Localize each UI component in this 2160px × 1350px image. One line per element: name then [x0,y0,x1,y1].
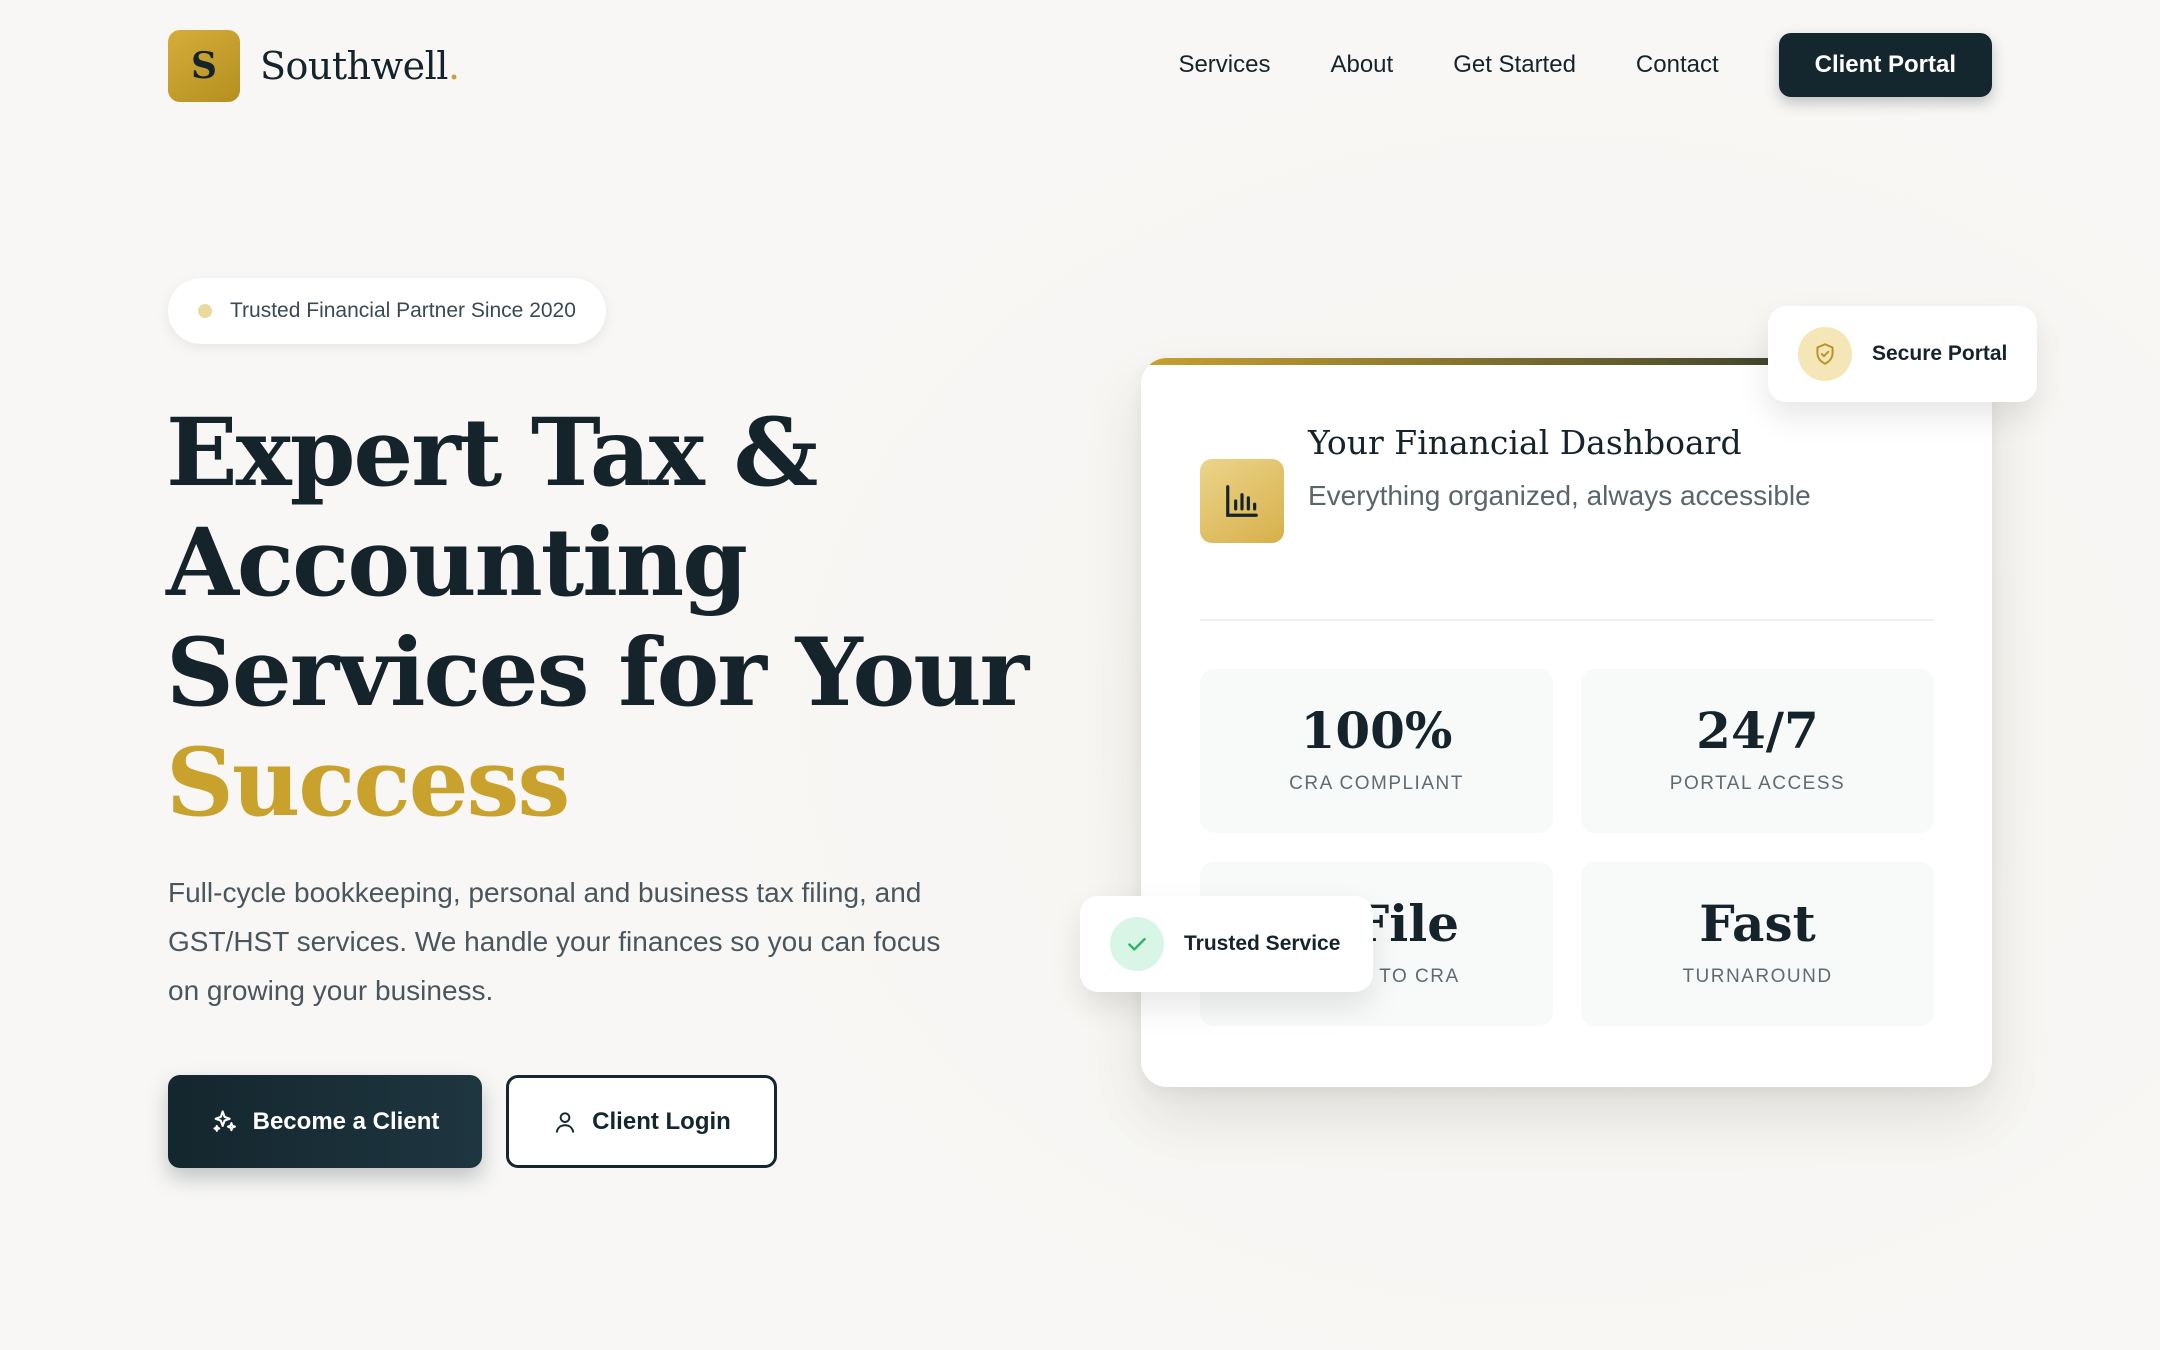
stat-label: TURNAROUND [1682,966,1833,987]
headline-highlight: Success [166,728,570,838]
trusted-service-label: Trusted Service [1184,932,1341,955]
stat-card-turnaround: Fast TURNAROUND [1581,862,1934,1026]
stat-card-access: 24/7 PORTAL ACCESS [1581,669,1934,833]
client-login-label: Client Login [592,1107,731,1135]
stat-card-compliance: 100% CRA COMPLIANT [1200,669,1553,833]
stat-label: CRA COMPLIANT [1289,773,1464,794]
become-client-button[interactable]: Become a Client [168,1075,482,1168]
nav-link-services[interactable]: Services [1178,51,1270,79]
trusted-service-badge: Trusted Service [1080,896,1373,992]
shield-check-icon [1798,327,1852,381]
dashboard-subtitle: Everything organized, always accessible [1308,480,1811,511]
badge-text: Trusted Financial Partner Since 2020 [230,299,576,322]
hero-description: Full-cycle bookkeeping, personal and bus… [168,877,941,1006]
nav-link-contact[interactable]: Contact [1636,51,1719,79]
stat-value: 100% [1300,701,1453,760]
stat-value: Fast [1699,894,1816,953]
become-client-label: Become a Client [252,1107,440,1135]
dashboard-title: Your Financial Dashboard [1308,423,1742,462]
check-icon [1110,917,1164,971]
nav-link-about[interactable]: About [1330,51,1393,79]
site-header: S Southwell. Services About Get Started … [168,30,1992,102]
user-icon [552,1109,578,1135]
client-login-button[interactable]: Client Login [506,1075,777,1168]
logo-wordmark: Southwell. [260,44,460,88]
secure-portal-label: Secure Portal [1872,342,2008,365]
stat-value: 24/7 [1696,701,1819,760]
bar-chart-icon [1200,459,1284,543]
headline-line-2: Accounting [166,508,748,618]
trusted-partner-badge: Trusted Financial Partner Since 2020 [168,278,606,344]
nav-link-get-started[interactable]: Get Started [1453,51,1576,79]
logo-name: Southwell [260,44,448,88]
hero-headline: Expert Tax & Accounting Services for You… [166,398,1046,838]
client-portal-button[interactable]: Client Portal [1778,33,1992,97]
main-nav: Services About Get Started Contact Clien… [1178,33,1992,97]
card-divider [1200,619,1934,621]
headline-line-1: Expert Tax & [166,398,818,508]
stat-label: PORTAL ACCESS [1669,773,1846,794]
secure-portal-badge: Secure Portal [1768,306,2037,402]
headline-line-3: Services for Your [166,618,1029,728]
sparkles-icon [211,1108,239,1136]
badge-dot-icon [198,304,212,318]
logo[interactable]: S Southwell. [168,30,460,102]
logo-mark: S [168,30,240,102]
logo-dot: . [447,44,460,88]
